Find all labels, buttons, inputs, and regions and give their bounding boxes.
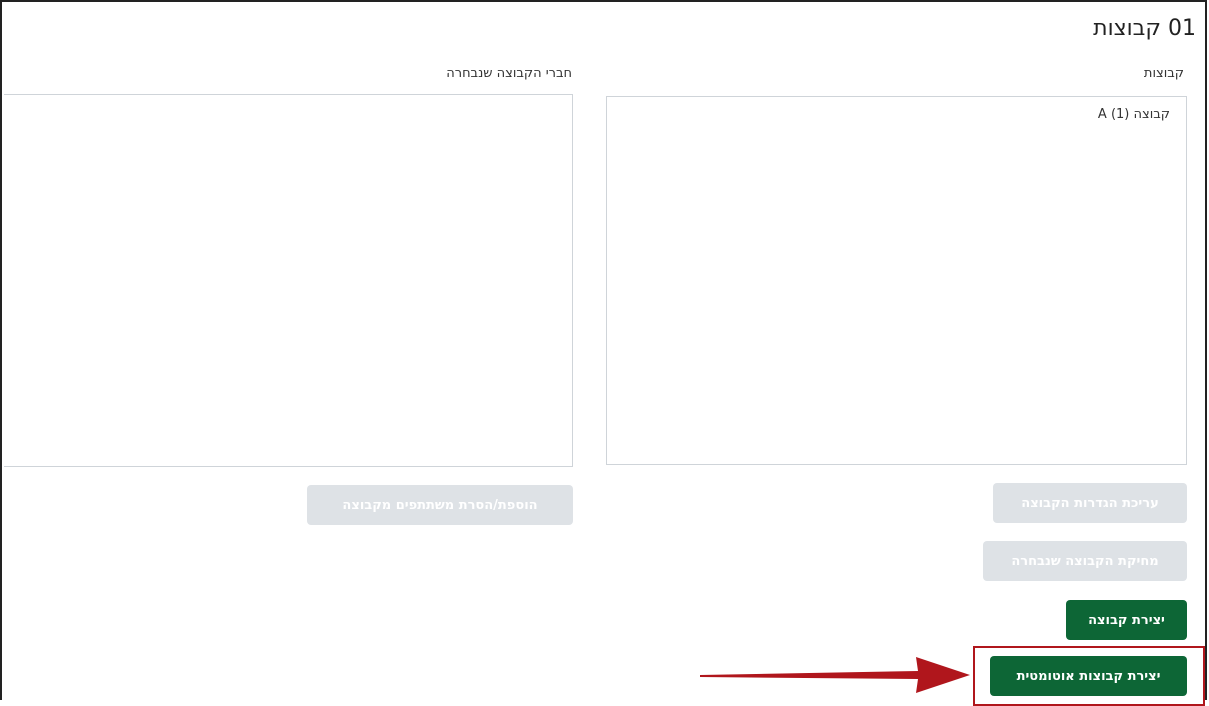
arrow-shape (700, 657, 970, 693)
delete-selected-group-button[interactable]: מחיקת הקבוצה שנבחרה (983, 541, 1187, 581)
right-arrow-icon (700, 657, 970, 693)
highlight-box (973, 646, 1205, 706)
edit-group-settings-button[interactable]: עריכת הגדרות הקבוצה (993, 483, 1187, 523)
members-label: חברי הקבוצה שנבחרה (446, 66, 572, 81)
group-option[interactable]: קבוצה A (1) (607, 97, 1186, 122)
groups-listbox[interactable]: קבוצה A (1) (606, 96, 1187, 465)
members-listbox[interactable] (4, 94, 573, 467)
groups-label: קבוצות (1143, 66, 1184, 81)
add-remove-members-button[interactable]: הוספת/הסרת משתתפים מקבוצה (307, 485, 573, 525)
page-title: 01 קבוצות (1093, 16, 1196, 41)
create-group-button[interactable]: יצירת קבוצה (1066, 600, 1187, 640)
